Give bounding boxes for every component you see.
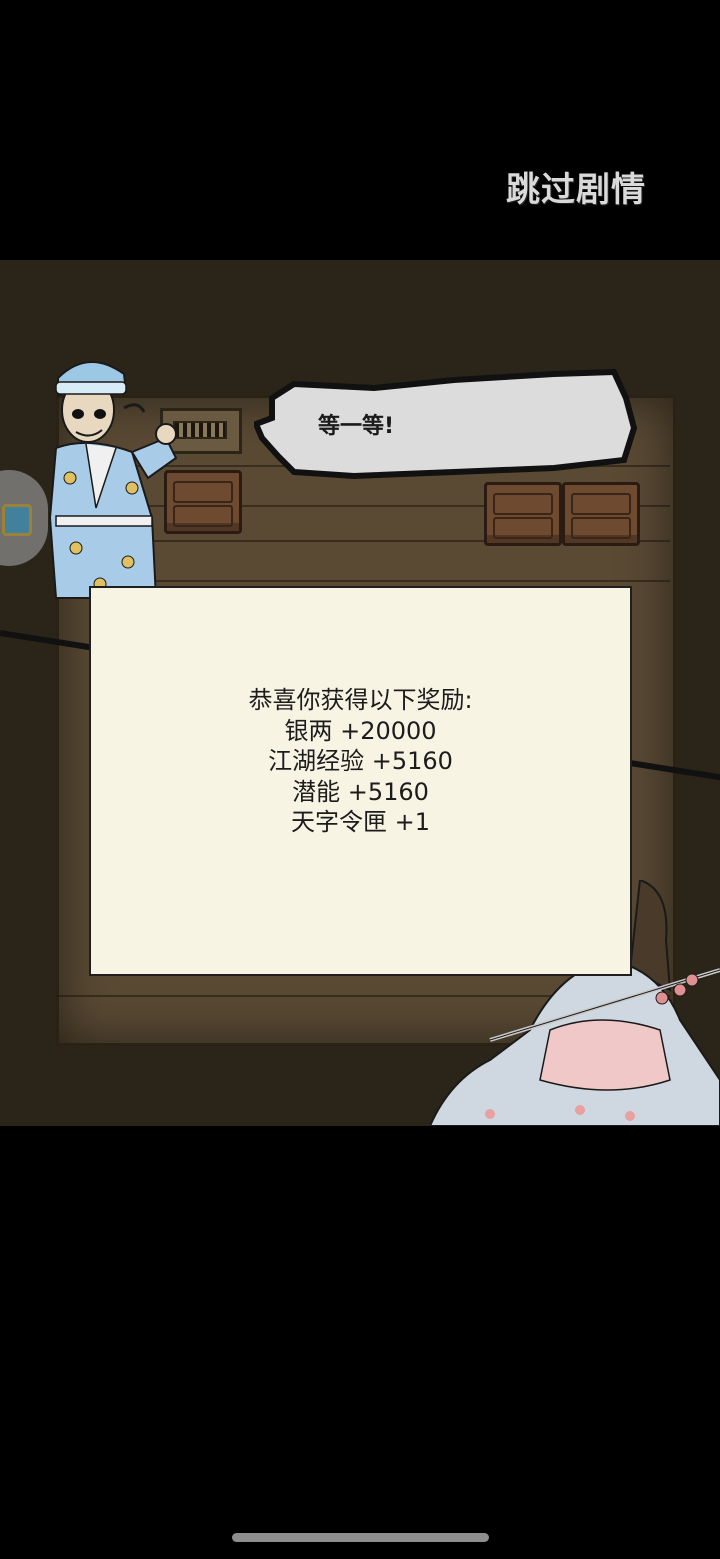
skip-story-button[interactable]: 跳过剧情 — [498, 166, 654, 214]
reward-item-token-box: 天字令匣 +1 — [290, 808, 430, 836]
home-indicator[interactable] — [232, 1533, 489, 1542]
reward-list: 恭喜你获得以下奖励: 银两 +20000 江湖经验 +5160 潜能 +5160… — [91, 685, 630, 838]
reward-panel[interactable]: 恭喜你获得以下奖励: 银两 +20000 江湖经验 +5160 潜能 +5160… — [89, 586, 632, 976]
drawer-cabinet — [484, 482, 562, 546]
reward-item-potential: 潜能 +5160 — [292, 777, 429, 806]
drawer-cabinet — [562, 482, 640, 546]
dialogue-text: 等一等! — [318, 414, 395, 439]
speech-bubble — [254, 368, 638, 480]
servant-man-character — [48, 360, 178, 599]
reward-item-experience: 江湖经验 +5160 — [268, 747, 453, 775]
top-bar — [0, 0, 720, 260]
reward-item-silver: 银两 +20000 — [284, 716, 437, 745]
reward-title: 恭喜你获得以下奖励: — [248, 686, 473, 714]
